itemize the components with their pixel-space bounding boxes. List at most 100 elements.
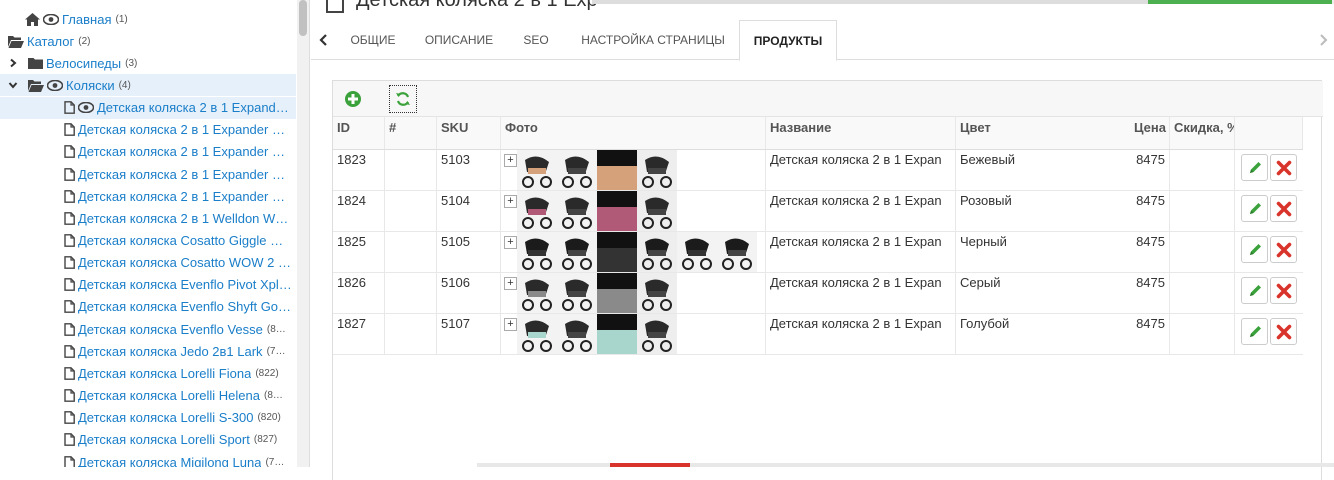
tree-node-label[interactable]: Детская коляска 2 в 1 Expander …	[78, 167, 285, 182]
product-photo-thumbnail[interactable]	[637, 273, 677, 313]
column-header-number[interactable]: #	[385, 117, 437, 149]
expand-photos-button[interactable]: +	[504, 154, 517, 167]
tree-node[interactable]: Детская коляска 2 в 1 Welldon W…	[0, 207, 296, 229]
tree-node-label[interactable]: Детская коляска Migilong Luna	[78, 455, 261, 468]
tab-scroll-right-icon[interactable]	[1316, 33, 1330, 47]
product-photo-thumbnail[interactable]	[597, 273, 637, 313]
add-product-button[interactable]	[339, 85, 367, 113]
table-row[interactable]: 1823 5103 + Детская коляска 2 в 1 Expan Беже…	[333, 150, 1303, 191]
edit-button[interactable]	[1241, 154, 1268, 181]
product-photo-thumbnail[interactable]	[557, 273, 597, 313]
tree-node[interactable]: Детская коляска Evenflo Vesse (8…	[0, 318, 296, 340]
tree-node-label[interactable]: Каталог	[27, 34, 74, 49]
tree-node[interactable]: Детская коляска Lorelli Fiona (822)	[0, 362, 296, 384]
product-photo-thumbnail[interactable]	[557, 314, 597, 354]
product-photo-thumbnail[interactable]	[597, 314, 637, 354]
tree-node-label[interactable]: Детская коляска 2 в 1 Welldon W…	[78, 211, 288, 226]
product-photo-thumbnail[interactable]	[517, 314, 557, 354]
tree-node[interactable]: Детская коляска 2 в 1 Expander …	[0, 185, 296, 207]
tree-node-label[interactable]: Детская коляска Lorelli Fiona	[78, 366, 251, 381]
tree-node-label[interactable]: Велосипеды	[46, 56, 121, 71]
tree-node[interactable]: Детская коляска Jedo 2в1 Lark (7…	[0, 340, 296, 362]
product-photo-thumbnail[interactable]	[517, 150, 557, 190]
table-row[interactable]: 1825 5105 + Детская коляска 2 в 1 Expan Черн…	[333, 232, 1303, 273]
sidebar-scrollbar[interactable]	[297, 0, 309, 467]
tab-scroll-left-icon[interactable]	[317, 33, 331, 47]
product-photo-thumbnail[interactable]	[517, 273, 557, 313]
expand-photos-button[interactable]: +	[504, 318, 517, 331]
tree-node-label[interactable]: Коляски	[66, 78, 115, 93]
edit-button[interactable]	[1241, 195, 1268, 222]
tree-node-label[interactable]: Детская коляска Evenflo Vesse	[78, 322, 263, 337]
tree-node[interactable]: Каталог (2)	[0, 30, 296, 52]
tree-node-label[interactable]: Детская коляска Evenflo Pivot Xpl…	[78, 277, 292, 292]
tree-node[interactable]: Детская коляска Lorelli S-300 (820)	[0, 407, 296, 429]
product-photo-thumbnail[interactable]	[637, 314, 677, 354]
product-photo-thumbnail[interactable]	[677, 232, 717, 272]
tree-node-label[interactable]: Детская коляска Lorelli S-300	[78, 410, 253, 425]
tree-node[interactable]: Велосипеды (3)	[0, 52, 296, 74]
column-header-price[interactable]: Цена	[1118, 117, 1170, 149]
delete-button[interactable]	[1270, 277, 1297, 304]
tree-node[interactable]: Детская коляска 2 в 1 Expander …	[0, 163, 296, 185]
tree-node-label[interactable]: Детская коляска 2 в 1 Expander …	[78, 122, 285, 137]
tree-node[interactable]: Детская коляска Lorelli Helena (8…	[0, 385, 296, 407]
edit-button[interactable]	[1241, 318, 1268, 345]
column-header-id[interactable]: ID	[333, 117, 385, 149]
tree-node[interactable]: Детская коляска Evenflo Pivot Xpl…	[0, 274, 296, 296]
delete-button[interactable]	[1270, 154, 1297, 181]
refresh-button[interactable]	[389, 85, 417, 113]
tab-seo[interactable]: SEO	[511, 20, 561, 60]
product-photo-thumbnail[interactable]	[637, 191, 677, 231]
table-row[interactable]: 1827 5107 + Детская коляска 2 в 1 Expan Голу…	[333, 314, 1303, 355]
tree-node-label[interactable]: Детская коляска Lorelli Helena	[78, 388, 260, 403]
tab-general[interactable]: ОБЩИЕ	[339, 20, 407, 60]
column-header-name[interactable]: Название	[766, 117, 956, 149]
tree-node[interactable]: Детская коляска Cosatto Giggle …	[0, 230, 296, 252]
product-photo-thumbnail[interactable]	[597, 150, 637, 190]
product-photo-thumbnail[interactable]	[717, 232, 757, 272]
tree-node[interactable]: Детская коляска 2 в 1 Expand…	[0, 96, 296, 119]
tree-node-label[interactable]: Детская коляска 2 в 1 Expand…	[97, 100, 289, 115]
column-header-discount[interactable]: Скидка, %	[1170, 117, 1235, 149]
tree-node[interactable]: Детская коляска 2 в 1 Expander …	[0, 119, 296, 141]
delete-button[interactable]	[1270, 195, 1297, 222]
tree-node[interactable]: Детская коляска Migilong Luna (7…	[0, 451, 296, 467]
sidebar-scrollbar-thumb[interactable]	[299, 0, 307, 36]
tree-node-label[interactable]: Детская коляска Lorelli Sport	[78, 432, 250, 447]
tab-page-settings[interactable]: НАСТРОЙКА СТРАНИЦЫ	[571, 20, 735, 60]
product-photo-thumbnail[interactable]	[637, 232, 677, 272]
product-photo-thumbnail[interactable]	[597, 191, 637, 231]
expand-photos-button[interactable]: +	[504, 195, 517, 208]
tree-node[interactable]: Детская коляска Evenflo Shyft Go…	[0, 296, 296, 318]
chevron-right-icon[interactable]	[8, 58, 18, 68]
tree-node-label[interactable]: Детская коляска 2 в 1 Expander …	[78, 144, 285, 159]
tree-node-label[interactable]: Детская коляска Jedo 2в1 Lark	[78, 344, 263, 359]
product-photo-thumbnail[interactable]	[557, 232, 597, 272]
tab-products[interactable]: ПРОДУКТЫ	[739, 20, 837, 61]
column-header-photo[interactable]: Фото	[501, 117, 766, 149]
product-photo-thumbnail[interactable]	[517, 232, 557, 272]
tree-node[interactable]: Детская коляска Cosatto WOW 2 …	[0, 252, 296, 274]
edit-button[interactable]	[1241, 236, 1268, 263]
tree-node-label[interactable]: Детская коляска Evenflo Shyft Go…	[78, 299, 291, 314]
table-row[interactable]: 1824 5104 + Детская коляска 2 в 1 Expan Розо…	[333, 191, 1303, 232]
table-row[interactable]: 1826 5106 + Детская коляска 2 в 1 Expan Серы…	[333, 273, 1303, 314]
product-photo-thumbnail[interactable]	[517, 191, 557, 231]
tree-node[interactable]: Детская коляска 2 в 1 Expander …	[0, 141, 296, 163]
tab-description[interactable]: ОПИСАНИЕ	[417, 20, 501, 60]
tree-node-label[interactable]: Детская коляска 2 в 1 Expander …	[78, 189, 285, 204]
delete-button[interactable]	[1270, 236, 1297, 263]
tree-node[interactable]: Детская коляска Lorelli Sport (827)	[0, 429, 296, 451]
tree-node-label[interactable]: Детская коляска Cosatto WOW 2 …	[78, 255, 291, 270]
product-photo-thumbnail[interactable]	[637, 150, 677, 190]
expand-photos-button[interactable]: +	[504, 236, 517, 249]
edit-button[interactable]	[1241, 277, 1268, 304]
delete-button[interactable]	[1270, 318, 1297, 345]
chevron-down-icon[interactable]	[8, 80, 18, 90]
expand-photos-button[interactable]: +	[504, 277, 517, 290]
tree-node-label[interactable]: Детская коляска Cosatto Giggle …	[78, 233, 283, 248]
tree-node[interactable]: Коляски (4)	[0, 74, 296, 97]
product-photo-thumbnail[interactable]	[557, 191, 597, 231]
product-photo-thumbnail[interactable]	[557, 150, 597, 190]
